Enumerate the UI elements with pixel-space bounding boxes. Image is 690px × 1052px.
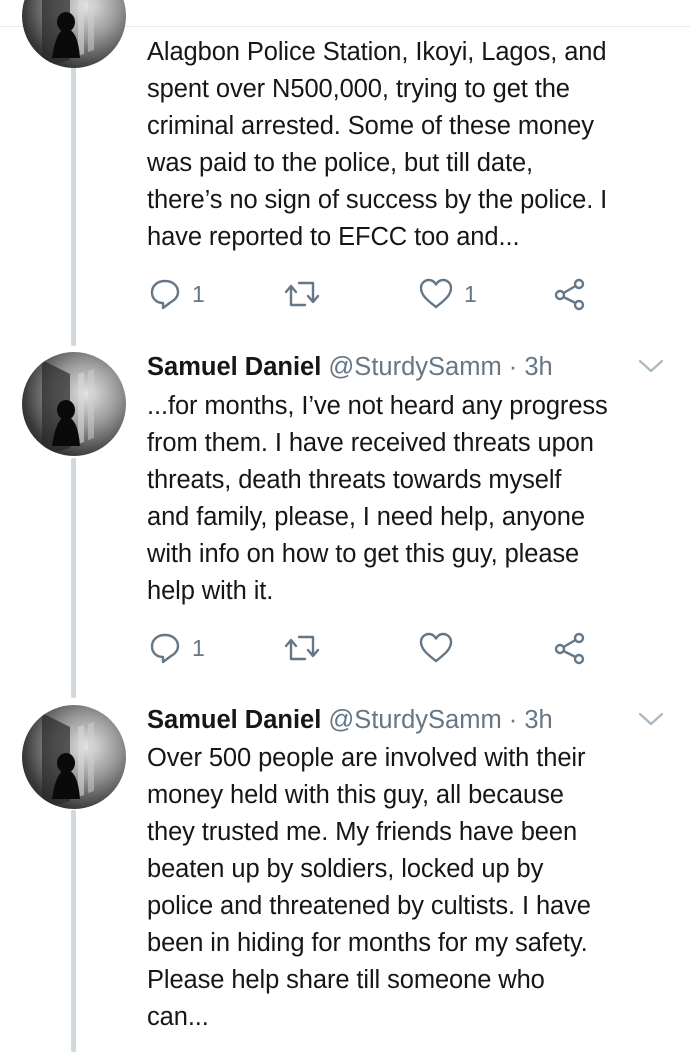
share-icon [553, 277, 587, 311]
separator: · [508, 706, 518, 734]
like-count: 1 [464, 280, 477, 307]
tweet-actions: 1 1 [0, 274, 690, 314]
reply-button[interactable]: 1 [148, 628, 205, 668]
tweet-header: Samuel Daniel @SturdySamm · 3h [147, 351, 677, 383]
retweet-button[interactable] [283, 628, 321, 668]
share-button[interactable] [553, 274, 587, 314]
share-icon [553, 631, 587, 665]
tweet-actions: 1 [0, 628, 690, 668]
reply-button[interactable]: 1 [148, 274, 205, 314]
share-button[interactable] [553, 628, 587, 668]
tweet-header: Samuel Daniel @SturdySamm · 3h [147, 704, 677, 736]
reply-count: 1 [192, 280, 205, 307]
tweet-text: Alagbon Police Station, Ikoyi, Lagos, an… [147, 38, 608, 251]
author-handle[interactable]: @SturdySamm [328, 706, 501, 734]
retweet-icon [283, 631, 321, 665]
chevron-down-icon[interactable] [638, 711, 664, 727]
author-handle[interactable]: @SturdySamm [328, 353, 501, 381]
like-button[interactable]: 1 [418, 274, 477, 314]
retweet-button[interactable] [283, 274, 321, 314]
like-button[interactable] [418, 628, 464, 668]
avatar[interactable] [22, 352, 126, 456]
timestamp[interactable]: 3h [524, 706, 552, 734]
reply-count: 1 [192, 634, 205, 661]
reply-icon [148, 277, 182, 311]
tweet-text: ...for months, I’ve not heard any progre… [147, 392, 608, 605]
reply-icon [148, 631, 182, 665]
separator: · [508, 353, 518, 381]
heart-icon [418, 631, 454, 665]
author-name[interactable]: Samuel Daniel [147, 706, 321, 734]
tweet-text: Over 500 people are involved with their … [147, 744, 591, 1031]
thread-connector [71, 810, 76, 1052]
avatar[interactable] [22, 705, 126, 809]
heart-icon [418, 277, 454, 311]
retweet-icon [283, 277, 321, 311]
author-name[interactable]: Samuel Daniel [147, 353, 321, 381]
chevron-down-icon[interactable] [638, 358, 664, 374]
avatar[interactable] [22, 0, 126, 68]
timestamp[interactable]: 3h [524, 353, 552, 381]
